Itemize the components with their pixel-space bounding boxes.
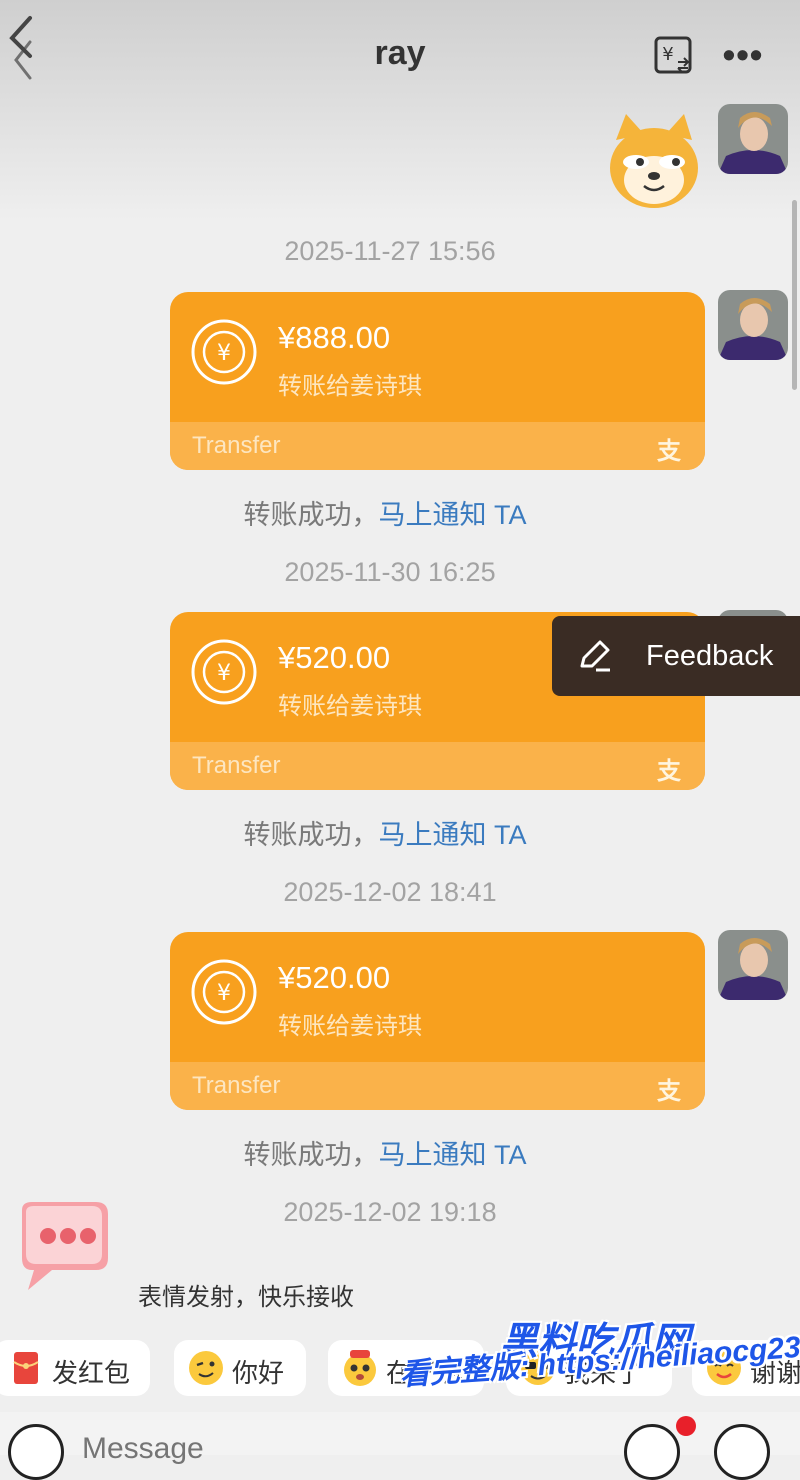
feedback-button[interactable]: Feedback: [552, 616, 800, 696]
red-packet-icon: [13, 1352, 39, 1384]
notify-link[interactable]: 马上通知 TA: [379, 820, 527, 850]
status-text: 转账成功，: [243, 820, 379, 850]
transfer-recipient: 转账给姜诗琪: [278, 693, 422, 720]
avatar[interactable]: [718, 930, 788, 1000]
transfer-amount: ¥520.00: [278, 960, 391, 995]
transfer-recipient: 转账给姜诗琪: [278, 373, 422, 400]
quick-reply-hello[interactable]: 你好: [174, 1340, 306, 1396]
transfer-coin-icon: ¥: [191, 639, 257, 705]
message-timestamp: 2025-12-02 19:18: [283, 1197, 497, 1227]
chat-bubble-sticker[interactable]: [12, 1200, 112, 1295]
voice-icon[interactable]: [8, 1424, 64, 1480]
plus-icon[interactable]: [714, 1424, 770, 1480]
message-timestamp: 2025-11-30 16:25: [284, 557, 496, 587]
notify-link[interactable]: 马上通知 TA: [379, 500, 527, 530]
transfer-coin-icon: ¥: [191, 959, 257, 1025]
emoji-icon[interactable]: [624, 1424, 680, 1480]
transfer-footer: Transfer 支: [170, 742, 705, 790]
alipay-icon: 支: [657, 1078, 681, 1105]
alipay-icon: 支: [657, 758, 681, 785]
message-timestamp: 2025-11-27 15:56: [284, 236, 496, 266]
transfer-label: Transfer: [192, 432, 281, 459]
svg-text:¥: ¥: [217, 341, 231, 366]
message-input[interactable]: [80, 1418, 624, 1480]
transfer-status: 转账成功，马上通知 TA: [0, 1133, 770, 1172]
shiba-dog-sticker: [610, 114, 698, 208]
transfer-label: Transfer: [192, 752, 281, 779]
transfer-status: 转账成功，马上通知 TA: [0, 493, 770, 532]
notify-link[interactable]: 马上通知 TA: [379, 1140, 527, 1170]
more-options-icon[interactable]: •••: [722, 30, 764, 80]
quick-reply-label: 发红包: [52, 1358, 131, 1388]
transfer-footer: Transfer 支: [170, 1062, 705, 1110]
svg-text:¥: ¥: [217, 661, 231, 686]
transfer-footer: Transfer 支: [170, 422, 705, 470]
transfer-status: 转账成功，马上通知 TA: [0, 813, 770, 852]
edit-pencil-icon: [580, 640, 610, 672]
avatar[interactable]: [718, 104, 788, 174]
currency-exchange-icon[interactable]: ¥: [654, 36, 694, 76]
curious-emoji-icon: [344, 1350, 376, 1386]
transfer-amount: ¥888.00: [278, 320, 391, 355]
scrollbar[interactable]: [792, 200, 797, 390]
emoji-hint-text: 表情发射，快乐接收: [138, 1284, 354, 1311]
chat-header: ray ¥ •••: [0, 0, 800, 110]
transfer-label: Transfer: [192, 1072, 281, 1099]
quick-reply-label: 你好: [232, 1358, 285, 1388]
status-text: 转账成功，: [243, 1140, 379, 1170]
notification-dot: [676, 1416, 696, 1436]
wink-emoji-icon: [189, 1351, 223, 1385]
avatar[interactable]: [718, 290, 788, 360]
transfer-amount: ¥520.00: [278, 640, 391, 675]
status-text: 转账成功，: [243, 500, 379, 530]
message-timestamp: 2025-12-02 18:41: [283, 877, 497, 907]
transfer-coin-icon: ¥: [191, 319, 257, 385]
quick-reply-red-packet[interactable]: 发红包: [0, 1340, 150, 1396]
svg-text:¥: ¥: [662, 44, 673, 65]
transfer-card[interactable]: ¥ ¥520.00 转账给姜诗琪 Transfer 支: [170, 932, 705, 1110]
alipay-icon: 支: [657, 438, 681, 465]
feedback-label: Feedback: [646, 640, 774, 672]
transfer-card[interactable]: ¥ ¥888.00 转账给姜诗琪 Transfer 支: [170, 292, 705, 470]
svg-text:¥: ¥: [217, 981, 231, 1006]
transfer-recipient: 转账给姜诗琪: [278, 1013, 422, 1040]
